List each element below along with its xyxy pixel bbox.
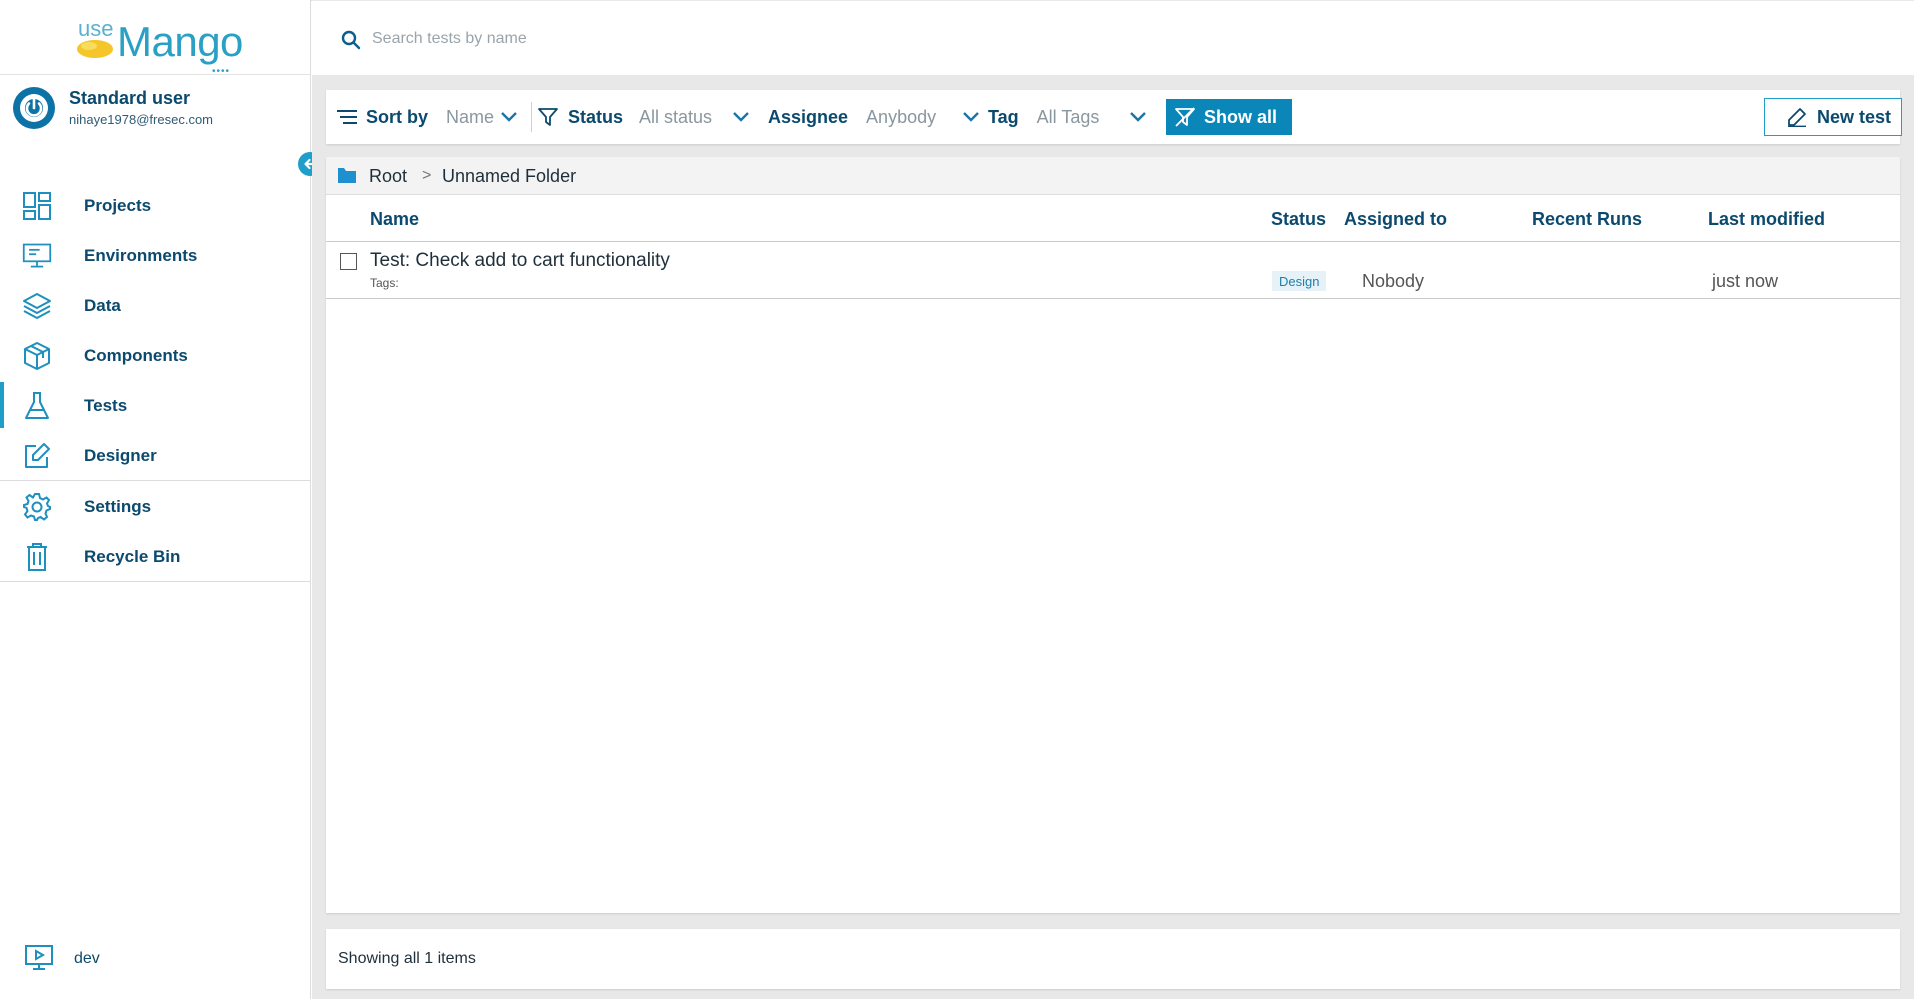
gear-icon [22, 492, 52, 522]
layers-icon [22, 291, 52, 321]
breadcrumb: Root > Unnamed Folder [326, 157, 1900, 195]
sidebar-item-label: Tests [84, 396, 128, 415]
sidebar-nav: Projects Environments Data Components Te… [0, 180, 311, 582]
chevron-down-icon [1130, 112, 1147, 122]
sidebar-item-label: Environments [84, 246, 198, 265]
breadcrumb-current: Unnamed Folder [442, 166, 577, 186]
assignee-filter-label: Assignee [768, 106, 849, 127]
chevron-down-icon [733, 112, 749, 122]
chevron-down-icon [963, 112, 979, 122]
sidebar-item-recycle-bin[interactable]: Recycle Bin [0, 531, 311, 581]
pagination-footer: Showing all 1 items [326, 929, 1900, 989]
pencil-icon [1788, 108, 1806, 127]
column-header-status[interactable]: Status [1271, 209, 1326, 230]
last-modified: just now [1712, 271, 1779, 291]
new-test-button[interactable]: New test [1764, 98, 1902, 136]
logo-dots: •••• [212, 66, 231, 77]
sidebar-item-label: Data [84, 296, 121, 315]
main-content: Sort by Name Status All status Assignee … [312, 0, 1914, 999]
environment-label: dev [74, 950, 100, 967]
table-header: Name Status Assigned to Recent Runs Last… [326, 195, 1900, 242]
status-filter-value: All status [639, 106, 713, 127]
chevron-down-icon [501, 112, 517, 122]
sidebar-item-label: Designer [84, 446, 157, 465]
logo-mango-text: Mango [117, 18, 243, 65]
flask-icon [22, 391, 52, 421]
monitor-icon [22, 241, 52, 271]
assignee-filter-value: Anybody [866, 106, 937, 127]
tests-panel: Root > Unnamed Folder Name Status Assign… [326, 157, 1900, 913]
trash-icon [22, 542, 52, 572]
sidebar-item-label: Settings [84, 497, 152, 516]
sort-lines-icon [337, 110, 357, 124]
sidebar-item-environments[interactable]: Environments [0, 230, 311, 280]
sidebar-item-tests[interactable]: Tests [0, 380, 311, 430]
assigned-to: Nobody [1362, 271, 1425, 291]
filter-icon [538, 108, 558, 126]
projects-grid-icon [22, 191, 52, 221]
toolbar-divider [531, 102, 532, 132]
sidebar-separator [0, 581, 311, 582]
table-row[interactable]: Test: Check add to cart functionality Ta… [326, 243, 1900, 299]
show-all-button[interactable]: Show all [1166, 99, 1292, 135]
filter-clear-icon [1175, 107, 1195, 127]
sort-control[interactable]: Sort by Name [336, 90, 518, 144]
search-icon [341, 30, 361, 50]
power-icon [13, 87, 55, 129]
sidebar-item-components[interactable]: Components [0, 330, 311, 380]
tag-filter[interactable]: Tag All Tags [988, 90, 1147, 144]
assignee-filter[interactable]: Assignee Anybody [768, 90, 980, 144]
user-email: nihaye1978@fresec.com [69, 112, 213, 127]
new-test-label: New test [1817, 106, 1892, 127]
edit-icon [22, 441, 52, 471]
column-header-name[interactable]: Name [370, 209, 419, 230]
test-name[interactable]: Test: Check add to cart functionality [370, 250, 670, 272]
tag-filter-label: Tag [988, 106, 1019, 127]
sidebar-item-label: Recycle Bin [84, 547, 181, 566]
search-bar [312, 1, 1914, 75]
sort-label: Sort by [366, 106, 429, 127]
column-header-last-modified[interactable]: Last modified [1708, 209, 1825, 230]
logo-use-text: use [78, 16, 114, 41]
items-count: Showing all 1 items [338, 950, 476, 967]
user-name: Standard user [69, 88, 191, 108]
tag-filter-value: All Tags [1036, 106, 1100, 127]
sidebar: use Mango •••• Standard user nihaye1978@… [0, 0, 322, 999]
monitor-play-icon [25, 945, 53, 970]
status-badge: Design [1272, 271, 1327, 291]
status-filter-label: Status [568, 106, 624, 127]
show-all-label: Show all [1204, 106, 1278, 127]
breadcrumb-separator: > [422, 167, 432, 184]
usemango-logo[interactable]: use Mango •••• [75, 16, 245, 77]
column-header-recent-runs[interactable]: Recent Runs [1532, 209, 1642, 230]
sort-value: Name [446, 106, 495, 127]
status-filter[interactable]: Status All status [538, 90, 750, 144]
search-input[interactable] [372, 25, 1072, 53]
sidebar-item-data[interactable]: Data [0, 280, 311, 330]
sidebar-divider [0, 74, 311, 75]
column-header-assigned[interactable]: Assigned to [1344, 209, 1447, 230]
user-profile[interactable]: Standard user nihaye1978@fresec.com [12, 86, 302, 138]
test-tags-label: Tags: [370, 276, 399, 290]
sidebar-item-settings[interactable]: Settings [0, 481, 311, 531]
sidebar-item-label: Components [84, 346, 188, 365]
row-checkbox[interactable] [340, 253, 357, 270]
sidebar-item-projects[interactable]: Projects [0, 180, 311, 230]
folder-icon [338, 168, 356, 183]
sidebar-item-label: Projects [84, 196, 152, 215]
breadcrumb-root[interactable]: Root [369, 166, 407, 187]
sidebar-item-designer[interactable]: Designer [0, 430, 311, 480]
filter-toolbar: Sort by Name Status All status Assignee … [326, 90, 1902, 144]
cube-icon [22, 341, 52, 371]
